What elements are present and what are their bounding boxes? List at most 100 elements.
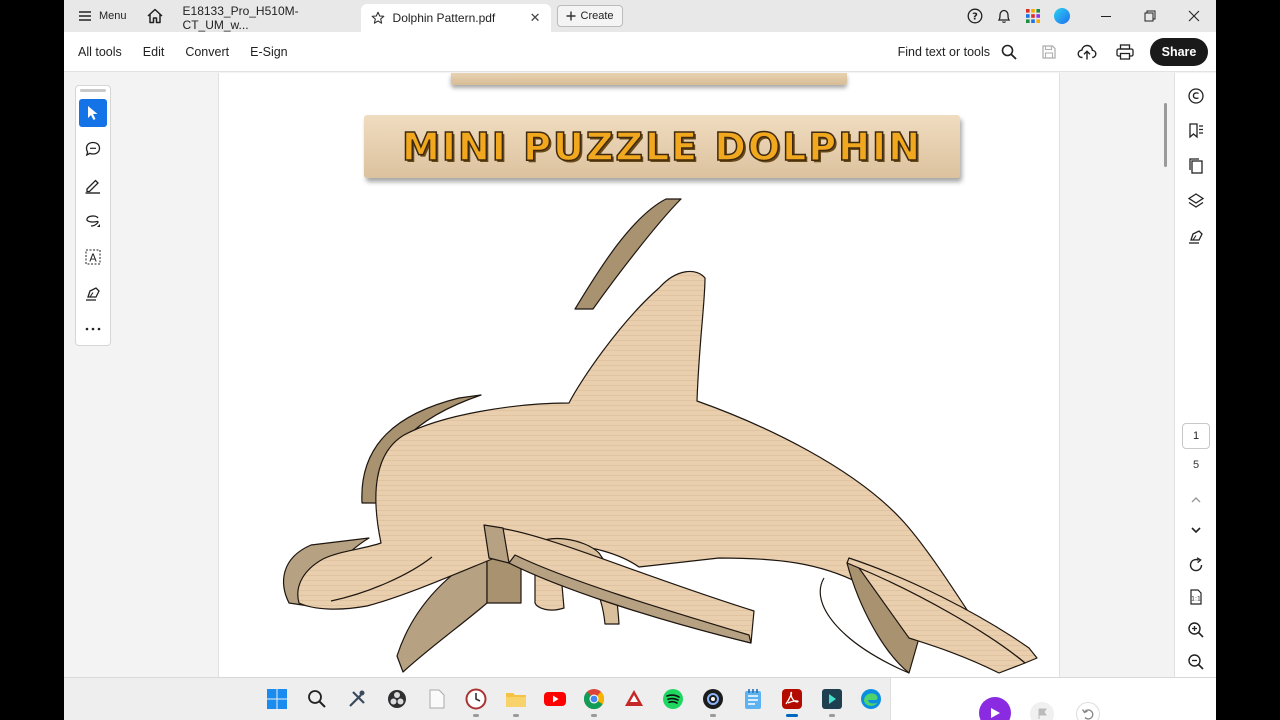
search-button[interactable]	[998, 32, 1020, 72]
restore-button[interactable]	[1128, 0, 1172, 32]
obs-app-icon	[388, 690, 406, 708]
total-pages: 5	[1192, 459, 1200, 471]
edit-menu[interactable]: Edit	[143, 45, 165, 59]
previous-page-button[interactable]	[1184, 488, 1208, 512]
text-box-icon: A	[85, 249, 101, 265]
taskbar-app-7[interactable]	[820, 687, 844, 717]
star-icon[interactable]	[371, 11, 385, 25]
taskbar-app-4[interactable]	[464, 687, 488, 717]
chrome-icon	[583, 689, 605, 710]
menu-button[interactable]: Menu	[64, 0, 137, 32]
running-indicator	[473, 714, 479, 717]
running-indicator	[513, 714, 519, 717]
start-button[interactable]	[265, 687, 289, 711]
pen-icon	[85, 179, 100, 194]
rotate-button[interactable]	[1184, 553, 1208, 577]
spotify-icon	[663, 689, 683, 709]
taskbar-app-2[interactable]	[385, 687, 409, 711]
fit-page-button[interactable]: 1:1	[1184, 585, 1208, 609]
panel-drag-handle[interactable]	[80, 89, 106, 92]
zoom-in-icon	[1188, 622, 1204, 638]
title-banner: MINI PUZZLE DOLPHIN	[364, 115, 960, 178]
text-tool-button[interactable]: A	[79, 243, 107, 271]
sign-pen-icon	[86, 287, 100, 301]
apps-button[interactable]	[1018, 0, 1047, 32]
comment-tool-button[interactable]	[79, 135, 107, 163]
ai-assistant-button[interactable]	[1184, 84, 1208, 108]
profile-button[interactable]	[1047, 0, 1076, 32]
create-button[interactable]: Create	[556, 5, 623, 27]
bookmark-icon	[1189, 123, 1203, 139]
freehand-icon	[86, 215, 100, 227]
youtube-icon	[544, 692, 566, 706]
bell-icon	[997, 9, 1010, 23]
edge-icon	[861, 689, 881, 709]
next-page-button[interactable]	[1184, 518, 1208, 542]
page-number-input[interactable]: 1	[1182, 423, 1210, 449]
bookmarks-button[interactable]	[1184, 119, 1208, 143]
taskbar-app-1[interactable]	[345, 687, 369, 711]
print-button[interactable]	[1106, 32, 1144, 72]
youtube-button[interactable]	[543, 687, 567, 711]
active-indicator	[786, 714, 798, 717]
pages-button[interactable]	[1184, 154, 1208, 178]
taskbar-app-3[interactable]	[425, 687, 449, 711]
tab-label: Dolphin Pattern.pdf	[392, 11, 496, 25]
fill-sign-button[interactable]	[1184, 224, 1208, 248]
upload-button[interactable]	[1068, 32, 1106, 72]
record-play-button[interactable]	[979, 697, 1011, 720]
tab-bar: Menu E18133_Pro_H510M-CT_UM_w... Dolphin…	[64, 0, 1216, 32]
save-button[interactable]	[1030, 32, 1068, 72]
video-editor-icon	[822, 689, 842, 709]
clock-app-icon	[465, 688, 487, 710]
fill-sign-icon	[1189, 230, 1203, 244]
acrobat-button[interactable]	[780, 687, 804, 717]
pdf-page[interactable]: MINI PUZZLE DOLPHIN	[218, 73, 1060, 677]
draw-tool-button[interactable]	[79, 207, 107, 235]
highlight-tool-button[interactable]	[79, 171, 107, 199]
close-window-button[interactable]	[1172, 0, 1216, 32]
more-tools-button[interactable]	[79, 315, 107, 343]
convert-menu[interactable]: Convert	[185, 45, 229, 59]
recording-controls-area	[890, 678, 1216, 720]
home-icon	[147, 8, 163, 24]
share-button[interactable]: Share	[1150, 38, 1208, 66]
vertical-scrollbar[interactable]	[1164, 103, 1167, 167]
taskbar	[64, 677, 1216, 720]
window-controls: ?	[960, 0, 1216, 32]
tab-user-manual[interactable]: E18133_Pro_H510M-CT_UM_w...	[173, 4, 361, 32]
flag-button[interactable]	[1030, 702, 1054, 720]
help-button[interactable]: ?	[960, 0, 989, 32]
notepad-button[interactable]	[741, 687, 765, 711]
select-tool-button[interactable]	[79, 99, 107, 127]
file-explorer-button[interactable]	[504, 687, 528, 717]
taskbar-app-5[interactable]	[622, 687, 646, 711]
comment-icon	[85, 141, 101, 157]
all-tools-menu[interactable]: All tools	[78, 45, 122, 59]
notifications-button[interactable]	[989, 0, 1018, 32]
undo-button[interactable]	[1076, 702, 1100, 720]
help-icon: ?	[967, 8, 982, 24]
find-text-label[interactable]: Find text or tools	[898, 45, 990, 59]
close-tab-icon[interactable]: ✕	[530, 10, 541, 26]
document-app-icon	[429, 689, 445, 709]
tools-app-icon	[349, 690, 365, 707]
layers-button[interactable]	[1184, 189, 1208, 213]
windows-logo-icon	[267, 689, 287, 709]
tab-dolphin-pattern[interactable]: Dolphin Pattern.pdf ✕	[360, 4, 551, 32]
edge-button[interactable]	[859, 687, 883, 711]
zoom-in-button[interactable]	[1184, 618, 1208, 642]
chevron-up-icon	[1191, 497, 1201, 503]
banner-title: MINI PUZZLE DOLPHIN	[401, 124, 922, 170]
taskbar-app-6[interactable]	[701, 687, 725, 717]
taskbar-search-button[interactable]	[305, 687, 329, 711]
zoom-out-button[interactable]	[1184, 650, 1208, 674]
home-button[interactable]	[137, 0, 173, 32]
minimize-button[interactable]	[1084, 0, 1128, 32]
e-sign-menu[interactable]: E-Sign	[250, 45, 288, 59]
spotify-button[interactable]	[661, 687, 685, 711]
minimize-icon	[1101, 16, 1111, 17]
sign-tool-button[interactable]	[79, 279, 107, 307]
chrome-button[interactable]	[582, 687, 606, 717]
toolbar-right: Find text or tools Share	[898, 32, 1208, 72]
